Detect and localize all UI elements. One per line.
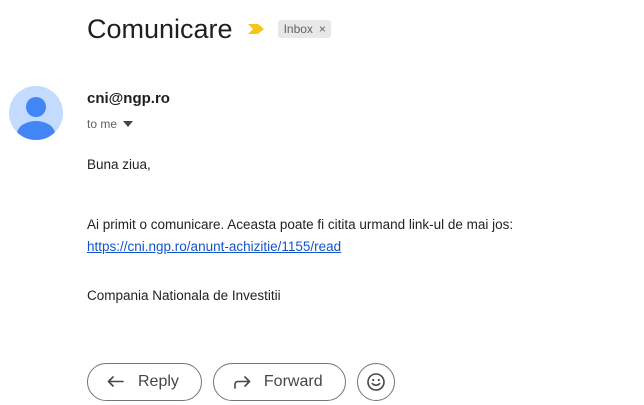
forward-button[interactable]: Forward <box>212 363 346 401</box>
emoji-smile-icon <box>366 373 385 391</box>
body-greeting: Buna ziua, <box>87 157 151 172</box>
inbox-label-text: Inbox <box>283 22 313 36</box>
recipient-text: to me <box>87 117 118 131</box>
sender-email[interactable]: cni@ngp.ro <box>87 90 170 107</box>
recipient-details-toggle[interactable]: to me <box>87 117 134 131</box>
body-link[interactable]: https://cni.ngp.ro/anunt-achizitie/1155/… <box>87 239 341 254</box>
emoji-reaction-button[interactable] <box>356 363 395 401</box>
body-message: Ai primit o comunicare. Aceasta poate fi… <box>87 217 514 232</box>
sender-avatar[interactable] <box>9 86 63 140</box>
reply-label: Reply <box>138 373 179 390</box>
forward-label: Forward <box>263 373 323 390</box>
default-avatar-icon <box>17 97 55 140</box>
inbox-label-chip: Inbox × <box>277 20 331 38</box>
importance-marker-icon[interactable] <box>246 21 266 37</box>
body-signoff: Compania Nationala de Investitii <box>87 288 281 303</box>
email-subject: Comunicare <box>87 14 233 44</box>
action-bar: Reply Forward <box>87 363 395 401</box>
caret-down-icon <box>123 121 134 127</box>
forward-arrow-icon <box>234 376 251 389</box>
remove-label-button[interactable]: × <box>319 20 326 38</box>
subject-row: Comunicare Inbox × <box>87 12 331 46</box>
reply-button[interactable]: Reply <box>87 363 202 401</box>
reply-arrow-icon <box>107 376 124 387</box>
